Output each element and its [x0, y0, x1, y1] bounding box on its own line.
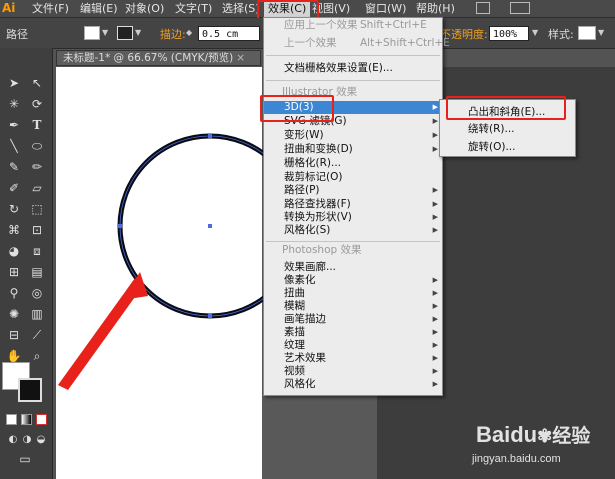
submenu-arrow-icon: ▶ [432, 117, 438, 125]
last-effect-item: 上一个效果 Alt+Shift+Ctrl+E [284, 37, 450, 49]
watermark-brand: Baidu [476, 422, 538, 447]
menu-item-convert-to-shape[interactable]: 转换为形状(V) ▶ [264, 211, 442, 224]
submenu-arrow-icon: ▶ [432, 341, 438, 349]
menu-item-artistic[interactable]: 艺术效果 ▶ [264, 352, 442, 365]
effect-menu-dropdown: 应用上一个效果 Shift+Ctrl+E 上一个效果 Alt+Shift+Ctr… [263, 17, 450, 396]
watermark: Baidu✾经验 jingyan.baidu.com [470, 415, 610, 475]
submenu-arrow-icon: ▶ [432, 103, 438, 111]
submenu-arrow-icon: ▶ [432, 380, 438, 388]
anchor-point-left [118, 224, 122, 228]
menu-item-sketch[interactable]: 素描 ▶ [264, 326, 442, 339]
anchor-point-top [208, 134, 212, 138]
menu-item-blur[interactable]: 模糊 ▶ [264, 300, 442, 313]
submenu-arrow-icon: ▶ [432, 226, 438, 234]
submenu-arrow-icon: ▶ [432, 213, 438, 221]
submenu-arrow-icon: ▶ [432, 145, 438, 153]
submenu-arrow-icon: ▶ [432, 131, 438, 139]
photoshop-effects-header: Photoshop 效果 [282, 244, 362, 256]
annotation-box-3d [260, 95, 334, 122]
menu-item-stylize[interactable]: 风格化(S) ▶ [264, 224, 442, 237]
submenu-arrow-icon: ▶ [432, 276, 438, 284]
raster-effects-settings-item[interactable]: 文档栅格效果设置(E)... [264, 62, 442, 75]
menu-item-brush-strokes[interactable]: 画笔描边 ▶ [264, 313, 442, 326]
submenu-arrow-icon: ▶ [432, 186, 438, 194]
anchor-point-bottom [208, 314, 212, 318]
apply-last-effect-item: 应用上一个效果 Shift+Ctrl+E [284, 19, 427, 31]
menu-item-distort[interactable]: 扭曲 ▶ [264, 287, 442, 300]
menu-item-video[interactable]: 视频 ▶ [264, 365, 442, 378]
menu-item-distort-transform[interactable]: 扭曲和变换(D) ▶ [264, 143, 442, 156]
menu-item-effect-gallery[interactable]: 效果画廊... [264, 261, 442, 274]
menu-item-warp[interactable]: 变形(W) ▶ [264, 129, 442, 142]
menu-item-rotate[interactable]: 旋转(O)... [440, 141, 575, 154]
watermark-url: jingyan.baidu.com [472, 453, 561, 465]
submenu-arrow-icon: ▶ [432, 354, 438, 362]
annotation-box-extrude-bevel [446, 96, 566, 120]
menu-item-revolve[interactable]: 绕转(R)... [440, 123, 575, 136]
menu-item-pixelate[interactable]: 像素化 ▶ [264, 274, 442, 287]
menu-item-path[interactable]: 路径(P) ▶ [264, 184, 442, 197]
menu-item-texture[interactable]: 纹理 ▶ [264, 339, 442, 352]
center-point [208, 224, 212, 228]
menu-item-rasterize[interactable]: 栅格化(R)... [264, 157, 442, 170]
submenu-arrow-icon: ▶ [432, 200, 438, 208]
menu-item-pathfinder[interactable]: 路径查找器(F) ▶ [264, 198, 442, 211]
menu-item-crop-marks[interactable]: 裁剪标记(O) [264, 171, 442, 184]
menu-separator [266, 241, 440, 242]
submenu-arrow-icon: ▶ [432, 328, 438, 336]
menu-separator [266, 80, 440, 81]
paw-icon: ✾ [537, 426, 553, 446]
submenu-arrow-icon: ▶ [432, 289, 438, 297]
submenu-arrow-icon: ▶ [432, 367, 438, 375]
submenu-arrow-icon: ▶ [432, 315, 438, 323]
menu-separator [266, 55, 440, 56]
submenu-arrow-icon: ▶ [432, 302, 438, 310]
watermark-brand-cn: 经验 [552, 426, 591, 447]
menu-item-stylize-ps[interactable]: 风格化 ▶ [264, 378, 442, 391]
